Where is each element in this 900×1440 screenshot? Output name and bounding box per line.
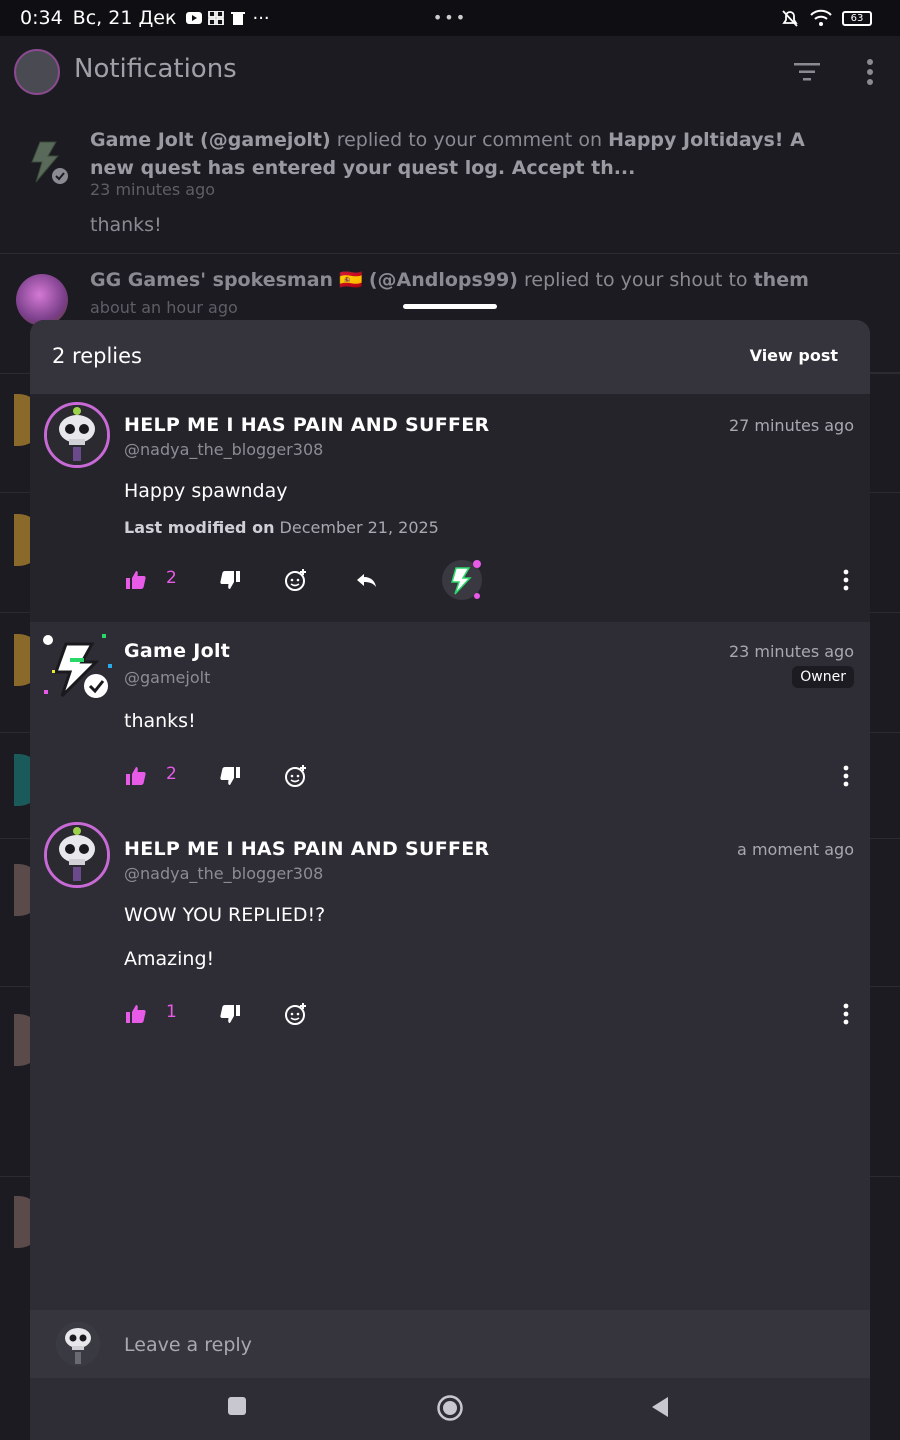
- divider: [870, 492, 900, 493]
- reply-comment: Game Jolt @gamejolt 23 minutes ago Owner…: [30, 622, 870, 802]
- filter-icon[interactable]: [794, 62, 820, 82]
- divider: [870, 986, 900, 987]
- comment-author-handle[interactable]: @nadya_the_blogger308: [124, 864, 323, 883]
- notification-body: thanks!: [90, 214, 162, 236]
- add-reaction-icon[interactable]: [284, 568, 308, 592]
- thumbs-down-icon[interactable]: [218, 1002, 242, 1026]
- sheet-header: 2 replies View post: [30, 320, 870, 394]
- wifi-icon: [810, 9, 832, 26]
- comment-author-name[interactable]: Game Jolt: [124, 640, 230, 662]
- like-count[interactable]: 1: [166, 1002, 177, 1022]
- gamejolt-reaction[interactable]: [442, 560, 482, 600]
- notification-action: replied to your shout to: [517, 269, 754, 291]
- notifications-header: Notifications: [0, 36, 900, 110]
- thumbs-down-icon[interactable]: [218, 568, 242, 592]
- last-modified-date: December 21, 2025: [279, 518, 439, 537]
- replies-sheet: 2 replies View post HELP ME I HAS PAIN A…: [30, 320, 870, 1440]
- reply-input[interactable]: [124, 1330, 824, 1360]
- thumbs-up-icon[interactable]: [124, 568, 148, 592]
- status-center-dots: •••: [432, 8, 468, 27]
- home-icon[interactable]: [436, 1394, 464, 1422]
- divider: [0, 1176, 30, 1177]
- avatar[interactable]: [40, 630, 116, 706]
- recent-apps-icon[interactable]: [227, 1396, 247, 1416]
- gamejolt-logo-icon: [43, 634, 112, 698]
- comment-time: 27 minutes ago: [728, 416, 854, 435]
- system-nav-bar: [30, 1378, 870, 1440]
- thumbs-up-icon[interactable]: [124, 1002, 148, 1026]
- comment-author-handle[interactable]: @gamejolt: [124, 668, 210, 687]
- gamejolt-logo-icon: [31, 141, 68, 184]
- comment-text: Amazing!: [124, 948, 215, 970]
- divider: [0, 492, 30, 493]
- divider: [870, 372, 900, 373]
- notification-action: replied to your comment on: [330, 129, 609, 151]
- comment-time: a moment ago: [737, 840, 854, 859]
- notification-author[interactable]: GG Games' spokesman: [90, 269, 333, 291]
- like-count[interactable]: 2: [166, 764, 177, 784]
- comment-time: 23 minutes ago: [728, 642, 854, 661]
- avatar[interactable]: [44, 822, 110, 888]
- comment-actions: 2: [124, 756, 864, 796]
- gamejolt-bolt-icon: [451, 560, 481, 599]
- notification-item[interactable]: Game Jolt (@gamejolt) replied to your co…: [0, 110, 900, 254]
- comment-author-handle[interactable]: @nadya_the_blogger308: [124, 440, 323, 459]
- comment-more-icon[interactable]: [842, 1002, 850, 1026]
- notification-handle[interactable]: (@Andlops99): [369, 269, 518, 291]
- reply-comment: HELP ME I HAS PAIN AND SUFFER @nadya_the…: [30, 802, 870, 1042]
- skull-avatar-icon: [56, 1322, 100, 1366]
- replies-count-title: 2 replies: [52, 344, 142, 368]
- notification-time: about an hour ago: [90, 298, 238, 317]
- status-bar: 0:34 Вс, 21 Дек ··· ••• 63: [0, 0, 900, 36]
- notification-target[interactable]: them: [754, 269, 809, 291]
- skull-avatar-icon: [47, 405, 107, 465]
- divider: [870, 1176, 900, 1177]
- more-vertical-icon[interactable]: [866, 58, 874, 86]
- notification-time: 23 minutes ago: [90, 180, 216, 199]
- comment-text: thanks!: [124, 710, 196, 732]
- avatar[interactable]: [44, 402, 110, 468]
- like-count[interactable]: 2: [166, 568, 177, 588]
- thumbs-down-icon[interactable]: [218, 764, 242, 788]
- comment-author-name[interactable]: HELP ME I HAS PAIN AND SUFFER: [124, 414, 489, 436]
- user-avatar[interactable]: [14, 49, 60, 95]
- notification-author[interactable]: Game Jolt (@gamejolt): [90, 129, 331, 151]
- add-reaction-icon[interactable]: [284, 1002, 308, 1026]
- comment-author-name[interactable]: HELP ME I HAS PAIN AND SUFFER: [124, 838, 489, 860]
- page-title: Notifications: [74, 54, 237, 84]
- divider: [870, 732, 900, 733]
- reply-comment: HELP ME I HAS PAIN AND SUFFER @nadya_the…: [30, 394, 870, 622]
- view-post-button[interactable]: View post: [750, 346, 838, 365]
- divider: [0, 612, 30, 613]
- comment-actions: 1: [124, 994, 864, 1034]
- comment-text: Happy spawnday: [124, 480, 288, 502]
- add-reaction-icon[interactable]: [284, 764, 308, 788]
- thumbs-up-icon[interactable]: [124, 764, 148, 788]
- comment-more-icon[interactable]: [842, 568, 850, 592]
- last-modified: Last modified on December 21, 2025: [124, 518, 439, 537]
- avatar: [56, 1322, 100, 1366]
- battery-indicator: 63: [842, 10, 872, 26]
- owner-badge: Owner: [792, 666, 854, 688]
- skull-avatar-icon: [47, 825, 107, 885]
- last-modified-label: Last modified on: [124, 518, 275, 537]
- divider: [0, 986, 30, 987]
- divider: [0, 732, 30, 733]
- comment-actions: 2: [124, 560, 864, 600]
- mute-bell-icon: [782, 10, 798, 27]
- comment-more-icon[interactable]: [842, 764, 850, 788]
- comment-text: WOW YOU REPLIED!?: [124, 904, 326, 926]
- reply-bar: [30, 1310, 870, 1378]
- divider: [0, 838, 30, 839]
- flag-icon: 🇪🇸: [339, 269, 363, 291]
- back-icon[interactable]: [650, 1396, 670, 1418]
- divider: [870, 838, 900, 839]
- sheet-grab-handle[interactable]: [403, 304, 497, 309]
- reply-arrow-icon[interactable]: [354, 568, 378, 592]
- divider: [870, 612, 900, 613]
- avatar[interactable]: [16, 274, 68, 326]
